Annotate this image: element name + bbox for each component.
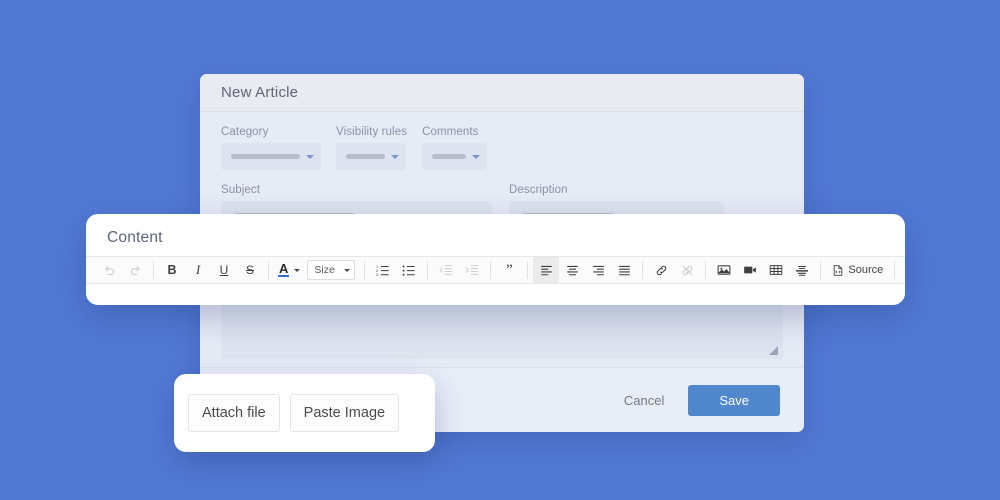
category-field: Category xyxy=(221,126,321,170)
toolbar-separator xyxy=(153,261,154,279)
comments-placeholder-bar xyxy=(432,154,467,159)
numbered-list-icon[interactable]: 1 2 3 xyxy=(370,257,396,283)
undo-icon[interactable] xyxy=(96,257,122,283)
comments-select[interactable] xyxy=(422,143,488,170)
image-icon[interactable] xyxy=(711,257,737,283)
resize-handle-icon[interactable] xyxy=(769,346,778,355)
italic-icon[interactable]: I xyxy=(185,257,211,283)
chevron-down-icon xyxy=(391,154,399,159)
justify-icon[interactable] xyxy=(611,257,637,283)
content-editor-panel: Content B I U S A Size 1 2 3 ” Source xyxy=(86,214,905,305)
attachment-toolbar: Attach file Paste Image xyxy=(174,374,435,452)
maximize-icon[interactable] xyxy=(900,257,905,283)
text-color-letter: A xyxy=(278,261,290,277)
svg-text:3: 3 xyxy=(376,273,378,277)
attach-file-button[interactable]: Attach file xyxy=(188,394,280,432)
dialog-header: New Article xyxy=(200,74,804,112)
table-icon[interactable] xyxy=(763,257,789,283)
outdent-icon[interactable] xyxy=(433,257,459,283)
toolbar-separator xyxy=(705,261,707,279)
horizontal-rule-icon[interactable] xyxy=(789,257,815,283)
toolbar-separator xyxy=(642,261,644,279)
category-label: Category xyxy=(221,126,269,138)
visibility-rules-field: Visibility rules xyxy=(336,126,407,170)
chevron-down-icon xyxy=(472,154,481,159)
text-color-icon[interactable]: A xyxy=(274,261,303,277)
video-icon[interactable] xyxy=(737,257,763,283)
save-button[interactable]: Save xyxy=(688,384,780,416)
toolbar-separator xyxy=(364,261,366,279)
align-left-icon[interactable] xyxy=(533,257,560,283)
redo-icon[interactable] xyxy=(122,257,148,283)
paste-image-button[interactable]: Paste Image xyxy=(289,394,400,432)
visibility-rules-label: Visibility rules xyxy=(336,126,408,138)
strikethrough-icon[interactable]: S xyxy=(237,257,263,283)
screen: New Article Category Visibility rules Co… xyxy=(0,0,1000,500)
bold-icon[interactable]: B xyxy=(159,257,185,283)
subject-label: Subject xyxy=(221,184,261,196)
comments-label: Comments xyxy=(422,126,479,138)
chevron-down-icon xyxy=(306,154,314,159)
font-size-value: Size xyxy=(314,264,335,276)
toolbar-separator xyxy=(427,261,429,279)
bulleted-list-icon[interactable] xyxy=(396,257,422,283)
select-row: Category Visibility rules Comments xyxy=(221,126,783,170)
align-center-icon[interactable] xyxy=(559,257,585,283)
underline-icon[interactable]: U xyxy=(211,257,237,283)
visibility-rules-select[interactable] xyxy=(336,143,406,170)
editor-content-area[interactable] xyxy=(86,284,905,300)
editor-toolbar: B I U S A Size 1 2 3 ” Source xyxy=(86,256,905,284)
cancel-button[interactable]: Cancel xyxy=(610,386,678,415)
comments-field: Comments xyxy=(422,126,488,170)
visibility-placeholder-bar xyxy=(346,154,385,159)
blockquote-icon[interactable]: ” xyxy=(496,257,522,283)
font-size-dropdown[interactable]: Size xyxy=(307,260,356,280)
toolbar-separator xyxy=(820,261,822,279)
unlink-icon[interactable] xyxy=(674,257,700,283)
link-icon[interactable] xyxy=(648,257,674,283)
page-title: New Article xyxy=(221,84,299,101)
chevron-down-icon xyxy=(344,268,351,272)
align-right-icon[interactable] xyxy=(585,257,611,283)
toolbar-separator xyxy=(894,261,896,279)
chevron-down-icon xyxy=(294,268,301,272)
description-label: Description xyxy=(509,184,568,196)
source-document-icon xyxy=(834,264,843,276)
source-button[interactable]: Source xyxy=(826,260,889,280)
category-placeholder-bar xyxy=(231,154,300,159)
toolbar-separator xyxy=(268,261,269,279)
toolbar-separator xyxy=(527,261,529,279)
category-select[interactable] xyxy=(221,143,321,170)
toolbar-separator xyxy=(490,261,492,279)
indent-icon[interactable] xyxy=(459,257,485,283)
content-label: Content xyxy=(107,229,163,246)
content-textarea[interactable] xyxy=(221,305,783,359)
source-label: Source xyxy=(848,264,884,276)
